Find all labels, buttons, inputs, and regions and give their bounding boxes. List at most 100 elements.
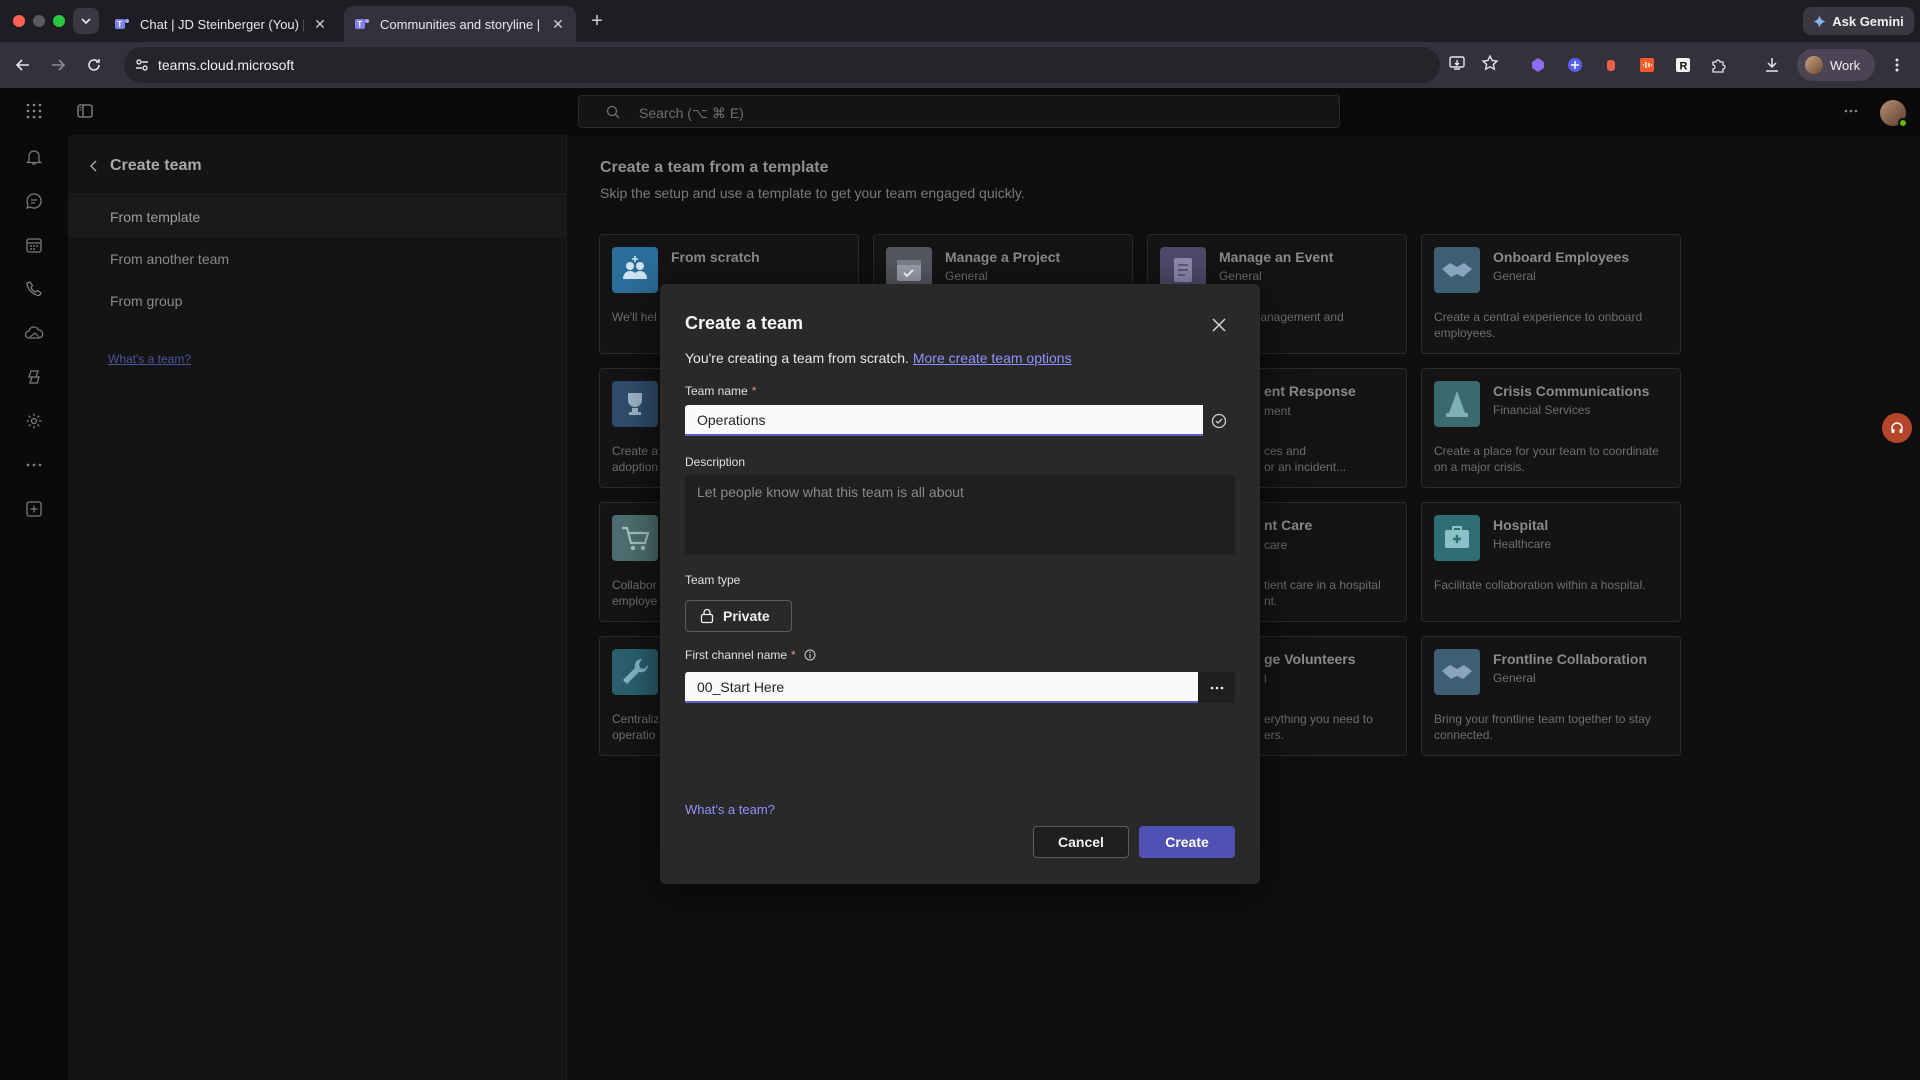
search-placeholder: Search (⌥ ⌘ E)	[639, 105, 744, 121]
dialog-title: Create a team	[685, 313, 804, 333]
new-tab-button[interactable]: +	[586, 10, 608, 32]
chevron-down-icon	[81, 18, 91, 25]
create-team-dialog: Create a team You're creating a team fro…	[660, 284, 1260, 884]
install-app-icon[interactable]	[1448, 54, 1466, 72]
nav-from-template[interactable]: From template	[68, 196, 567, 238]
required-asterisk: *	[751, 384, 757, 398]
more-create-team-options-link[interactable]: More create team options	[913, 350, 1072, 366]
copilot-icon[interactable]	[23, 366, 45, 388]
team-name-input[interactable]: Operations	[685, 405, 1235, 436]
team-type-value: Private	[723, 608, 770, 624]
extension-purple-icon[interactable]	[1527, 54, 1549, 76]
tab-search-button[interactable]	[73, 8, 99, 34]
whats-a-team-link[interactable]: What's a team?	[685, 802, 775, 817]
card-category: ment	[1264, 404, 1291, 418]
nav-from-another-team[interactable]: From another team	[68, 238, 567, 280]
channel-options-button[interactable]	[1198, 672, 1235, 703]
channel-name-label-text: First channel name	[685, 648, 788, 662]
template-card-frontline-collaboration[interactable]: Frontline Collaboration General Bring yo…	[1421, 636, 1681, 756]
card-name: ge Volunteers	[1264, 651, 1356, 667]
card-category: Financial Services	[1493, 403, 1591, 417]
minimize-window-button[interactable]	[33, 15, 45, 27]
gemini-sparkle-icon	[1813, 14, 1827, 28]
channel-name-input[interactable]: 00_Start Here	[685, 672, 1235, 703]
card-desc: Collabor	[612, 578, 657, 592]
cart-icon	[612, 515, 658, 561]
apps-gear-icon[interactable]	[23, 410, 45, 432]
template-card-crisis-communications[interactable]: Crisis Communications Financial Services…	[1421, 368, 1681, 488]
site-settings-icon[interactable]	[134, 57, 150, 73]
close-icon	[1212, 318, 1226, 332]
address-bar[interactable]: teams.cloud.microsoft	[124, 47, 1499, 83]
info-icon[interactable]	[804, 649, 816, 661]
browser-toolbar: teams.cloud.microsoft R Work	[0, 42, 1920, 88]
extension-r-icon[interactable]: R	[1672, 54, 1694, 76]
people-icon	[612, 247, 658, 293]
activity-bell-icon[interactable]	[23, 146, 45, 168]
create-button[interactable]: Create	[1139, 826, 1235, 858]
browser-tab-chat[interactable]: T Chat | JD Steinberger (You) | I ✕	[104, 6, 338, 42]
handshake-icon	[1434, 649, 1480, 695]
maximize-window-button[interactable]	[53, 15, 65, 27]
cone-icon	[1434, 381, 1480, 427]
wrench-icon	[612, 649, 658, 695]
user-avatar[interactable]	[1880, 100, 1908, 128]
template-card-hospital[interactable]: Hospital Healthcare Facilitate collabora…	[1421, 502, 1681, 622]
svg-text:T: T	[117, 20, 122, 29]
calendar-icon[interactable]	[23, 234, 45, 256]
card-category: General	[1493, 269, 1536, 283]
back-button[interactable]	[12, 54, 34, 76]
extension-hand-icon[interactable]	[1600, 54, 1622, 76]
cancel-button[interactable]: Cancel	[1033, 826, 1129, 858]
browser-tab-communities[interactable]: T Communities and storyline | M ✕	[344, 6, 576, 42]
more-options-icon[interactable]	[1840, 100, 1862, 122]
close-tab-icon[interactable]: ✕	[312, 16, 328, 32]
toggle-sidebar-icon[interactable]	[74, 100, 96, 122]
profile-button[interactable]: Work	[1797, 49, 1875, 81]
arrow-left-icon	[15, 59, 29, 71]
forward-button[interactable]	[47, 54, 69, 76]
close-dialog-button[interactable]	[1208, 314, 1230, 336]
extension-wave-icon[interactable]	[1636, 54, 1658, 76]
team-type-dropdown[interactable]: Private	[685, 600, 792, 632]
card-name: ent Response	[1264, 383, 1356, 399]
floating-helper-avatar[interactable]	[1882, 413, 1912, 443]
trophy-icon	[612, 381, 658, 427]
reload-icon	[88, 59, 100, 71]
close-tab-icon[interactable]: ✕	[550, 16, 566, 32]
ask-gemini-button[interactable]: Ask Gemini	[1803, 7, 1914, 35]
card-name: Hospital	[1493, 517, 1549, 533]
card-desc: Create a	[612, 444, 659, 458]
browser-menu-icon[interactable]	[1886, 54, 1908, 76]
extensions-puzzle-icon[interactable]	[1708, 54, 1730, 76]
extension-blue-icon[interactable]	[1564, 54, 1586, 76]
card-category: General	[945, 269, 988, 283]
whats-a-team-link[interactable]: What's a team?	[108, 352, 191, 366]
back-chevron-icon[interactable]	[86, 158, 102, 174]
more-apps-icon[interactable]	[23, 454, 45, 476]
search-input[interactable]: Search (⌥ ⌘ E)	[578, 95, 1340, 128]
description-placeholder: Let people know what this team is all ab…	[697, 484, 964, 500]
card-desc: erything you need to	[1264, 712, 1373, 726]
close-window-button[interactable]	[13, 15, 25, 27]
nav-from-group[interactable]: From group	[68, 280, 567, 322]
description-textarea[interactable]: Let people know what this team is all ab…	[685, 475, 1235, 555]
lock-icon	[700, 608, 714, 624]
card-category: General	[1493, 671, 1536, 685]
card-desc: Create a place for your team to coordina…	[1434, 444, 1659, 474]
template-card-onboard-employees[interactable]: Onboard Employees General Create a centr…	[1421, 234, 1681, 354]
card-category: l	[1264, 672, 1267, 686]
ask-gemini-label: Ask Gemini	[1832, 13, 1904, 29]
bookmark-star-icon[interactable]	[1481, 54, 1499, 72]
add-apps-icon[interactable]	[23, 498, 45, 520]
onedrive-cloud-icon[interactable]	[23, 322, 45, 344]
reload-button[interactable]	[83, 54, 105, 76]
card-name: Manage a Project	[945, 249, 1061, 265]
downloads-icon[interactable]	[1761, 54, 1783, 76]
calls-phone-icon[interactable]	[23, 278, 45, 300]
gallery-title: Create a team from a template	[600, 159, 829, 176]
card-desc-line2: or an incident...	[1264, 460, 1347, 474]
app-launcher-icon[interactable]	[23, 100, 45, 122]
chat-icon[interactable]	[23, 190, 45, 212]
card-desc: Create a central experience to onboard e…	[1434, 310, 1643, 340]
